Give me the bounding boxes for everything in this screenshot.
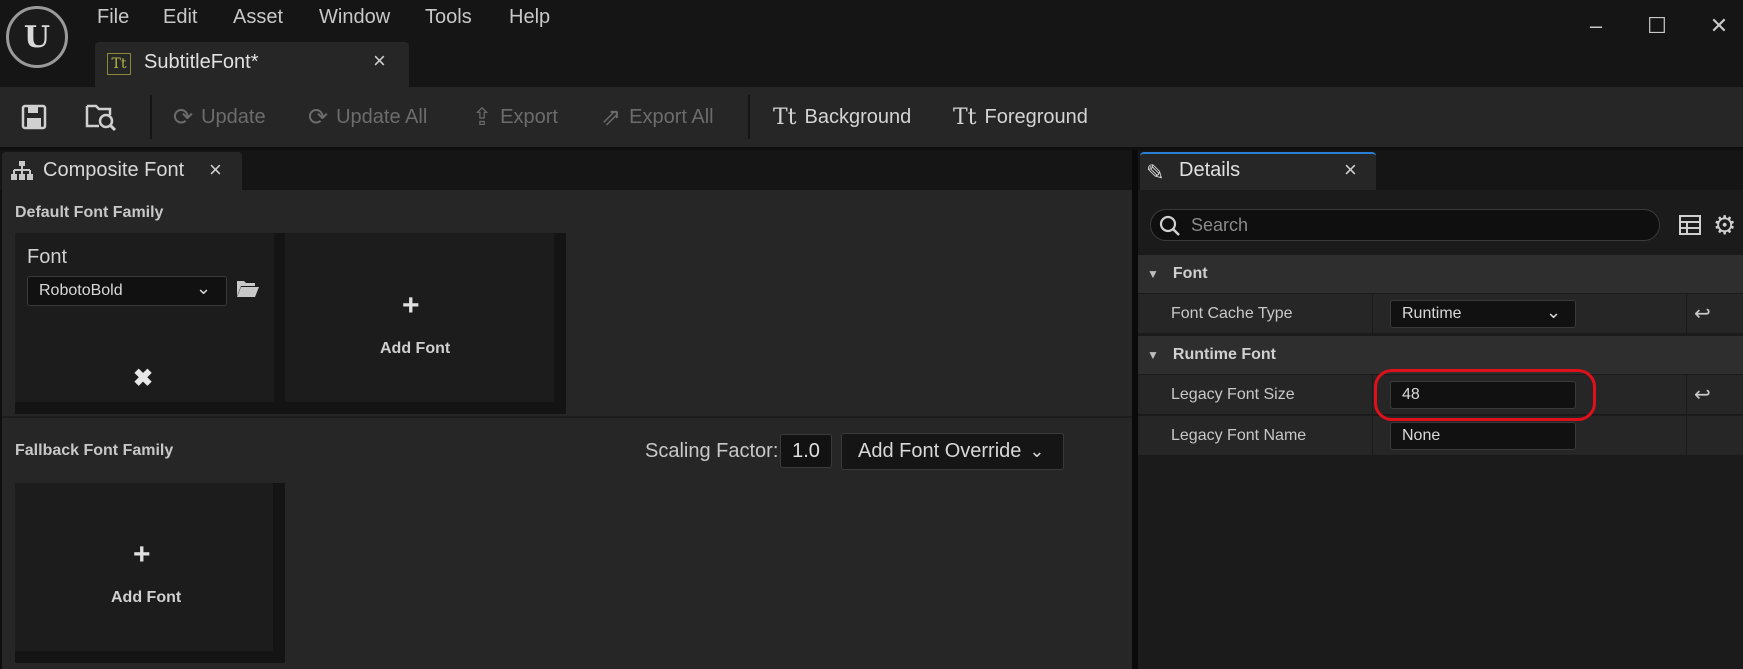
browse-folder-icon[interactable] <box>236 279 260 304</box>
update-button[interactable]: ⟳ Update <box>173 87 266 147</box>
background-color-icon: Tt <box>773 104 797 130</box>
background-button[interactable]: Tt Background <box>773 87 911 147</box>
export-icon: ⇪ <box>472 103 493 131</box>
chevron-down-icon: ⌄ <box>1546 302 1562 322</box>
export-label: Export <box>500 105 558 128</box>
menu-edit[interactable]: Edit <box>163 6 197 29</box>
maximize-button[interactable]: ☐ <box>1637 8 1677 44</box>
scaling-factor-label: Scaling Factor: <box>645 440 779 462</box>
toolbar-separator <box>748 95 750 139</box>
fallback-font-family-header: Fallback Font Family <box>15 442 174 459</box>
document-tab[interactable]: Tt SubtitleFont* × <box>95 42 409 87</box>
save-button[interactable] <box>20 87 48 147</box>
background-label: Background <box>804 105 912 128</box>
font-dropdown-value: RobotoBold <box>39 282 123 299</box>
composite-font-tab[interactable]: Composite Font × <box>2 152 242 190</box>
export-all-label: Export All <box>629 105 714 128</box>
property-row-font-cache-type: Font Cache Type Runtime ⌄ ↩ <box>1138 294 1743 334</box>
remove-font-icon[interactable]: ✖ <box>133 364 153 393</box>
unreal-logo-icon[interactable]: U <box>6 6 68 68</box>
table-view-icon[interactable] <box>1678 213 1702 242</box>
chevron-down-icon: ⌄ <box>196 278 212 298</box>
menu-tools[interactable]: Tools <box>425 6 472 29</box>
export-all-button[interactable]: ⇗ Export All <box>601 87 714 147</box>
default-font-family-header: Default Font Family <box>15 204 164 221</box>
property-label: Font Cache Type <box>1171 305 1293 322</box>
refresh-icon: ⟳ <box>173 103 194 131</box>
menu-asset[interactable]: Asset <box>233 6 283 29</box>
details-tab-label: Details <box>1179 159 1241 181</box>
foreground-button[interactable]: Tt Foreground <box>953 87 1088 147</box>
font-label: Font <box>27 246 68 268</box>
menu-help[interactable]: Help <box>509 6 550 29</box>
composite-font-tab-label: Composite Font <box>43 159 185 181</box>
add-font-label: Add Font <box>380 340 451 357</box>
property-label: Legacy Font Size <box>1171 386 1295 403</box>
close-tab-icon[interactable]: × <box>209 157 222 183</box>
toolbar-separator <box>150 95 152 139</box>
search-icon <box>1158 214 1182 243</box>
export-button[interactable]: ⇪ Export <box>472 87 558 147</box>
reset-to-default-icon[interactable]: ↩ <box>1694 301 1711 326</box>
plus-icon: + <box>402 289 420 322</box>
column-divider <box>1686 375 1687 415</box>
font-asset-icon: Tt <box>107 53 131 75</box>
column-divider <box>1686 294 1687 334</box>
font-dropdown[interactable]: RobotoBold ⌄ <box>27 276 227 306</box>
column-divider <box>1686 416 1687 456</box>
column-divider <box>1372 375 1373 415</box>
save-icon <box>21 104 47 130</box>
category-font-label: Font <box>1172 265 1208 282</box>
close-window-button[interactable]: ✕ <box>1699 8 1739 44</box>
foreground-color-icon: Tt <box>953 104 977 130</box>
menu-window[interactable]: Window <box>319 6 390 29</box>
refresh-all-icon: ⟳ <box>308 103 329 131</box>
add-font-override-button[interactable]: Add Font Override ⌄ <box>841 433 1064 470</box>
toolbar: ⟳ Update ⟳ Update All ⇪ Export ⇗ Export All … <box>0 87 1743 147</box>
chevron-down-icon: ⌄ <box>1029 441 1045 461</box>
reset-to-default-icon[interactable]: ↩ <box>1694 382 1711 407</box>
category-runtime-font-label: Runtime Font <box>1172 346 1276 363</box>
property-label: Legacy Font Name <box>1171 427 1307 444</box>
collapse-arrow-icon: ▼ <box>1147 267 1159 281</box>
folder-search-icon <box>85 104 117 132</box>
browse-button[interactable] <box>84 87 118 147</box>
plus-icon: + <box>133 538 151 571</box>
highlight-annotation <box>1374 369 1596 421</box>
add-font-card[interactable] <box>15 483 285 663</box>
scaling-factor-input[interactable]: 1.0 <box>780 434 832 468</box>
add-font-override-label: Add Font Override <box>858 440 1022 462</box>
section-divider <box>2 416 1132 418</box>
export-all-icon: ⇗ <box>601 103 622 131</box>
document-tab-label: SubtitleFont* <box>144 51 259 73</box>
dropdown-value: Runtime <box>1402 305 1462 322</box>
update-all-button[interactable]: ⟳ Update All <box>308 87 427 147</box>
add-font-label: Add Font <box>111 589 182 606</box>
edit-pencil-icon: ✎ <box>1146 160 1165 185</box>
foreground-label: Foreground <box>984 105 1088 128</box>
update-all-label: Update All <box>336 105 428 128</box>
property-row-legacy-font-name: Legacy Font Name None <box>1138 416 1743 456</box>
update-label: Update <box>201 105 266 128</box>
close-tab-icon[interactable]: × <box>1344 157 1357 183</box>
collapse-arrow-icon: ▼ <box>1147 348 1159 362</box>
details-tab[interactable]: ✎ Details × <box>1140 152 1376 190</box>
minimize-button[interactable]: – <box>1576 8 1616 44</box>
menu-file[interactable]: File <box>97 6 129 29</box>
settings-gear-icon[interactable]: ⚙ <box>1713 210 1736 241</box>
search-field[interactable]: Search <box>1150 209 1660 241</box>
legacy-font-name-input[interactable]: None <box>1390 422 1576 450</box>
column-divider <box>1372 416 1373 456</box>
column-divider <box>1372 294 1373 334</box>
search-input: Search <box>1191 215 1249 235</box>
hierarchy-icon <box>11 160 33 187</box>
font-cache-type-dropdown[interactable]: Runtime ⌄ <box>1390 300 1576 328</box>
add-font-card[interactable] <box>285 233 566 414</box>
close-tab-icon[interactable]: × <box>373 48 386 74</box>
category-font[interactable]: ▼ Font <box>1138 255 1743 293</box>
